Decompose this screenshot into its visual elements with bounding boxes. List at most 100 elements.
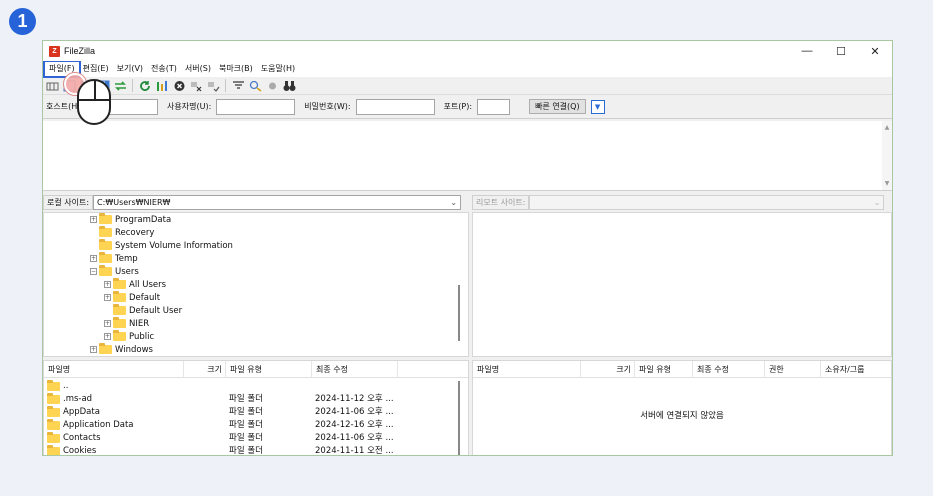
expand-icon[interactable]: + — [90, 216, 97, 223]
tree-item[interactable]: + ProgramData — [90, 213, 171, 226]
local-path-text: C:₩Users₩NIER₩ — [97, 198, 171, 207]
list-scrollbar-thumb[interactable] — [458, 381, 460, 455]
expand-icon[interactable]: + — [104, 294, 111, 301]
tree-scrollbar-thumb[interactable] — [458, 285, 460, 341]
file-type: 파일 폴더 — [229, 446, 263, 456]
port-input[interactable] — [477, 98, 511, 115]
tree-item[interactable]: + NIER — [104, 317, 149, 330]
local-site-bar: 로컬 사이트: C:₩Users₩NIER₩ ⌄ — [43, 194, 470, 211]
file-type: 파일 폴더 — [229, 433, 263, 443]
local-list-header: 파일명 크기 파일 유형 최종 수정 ^ — [44, 361, 468, 378]
binoculars-icon[interactable] — [282, 79, 296, 93]
file-row[interactable]: AppData 파일 폴더 2024-11-06 오후 ... — [44, 406, 468, 419]
toolbar-separator — [225, 79, 226, 92]
tree-item[interactable]: Default User — [104, 304, 182, 317]
remote-directory-tree — [472, 212, 892, 357]
file-name: Contacts — [63, 433, 101, 443]
folder-icon — [113, 291, 126, 302]
tree-item[interactable]: + Windows — [90, 343, 153, 356]
directory-filter-icon[interactable] — [231, 79, 245, 93]
tree-item[interactable]: + Temp — [90, 252, 138, 265]
mouse-click-icon — [77, 79, 111, 125]
transfer-queue-icon[interactable] — [113, 79, 127, 93]
expand-icon[interactable]: + — [104, 320, 111, 327]
column-owner-group[interactable]: 소유자/그룹 — [821, 361, 891, 378]
password-input[interactable] — [355, 98, 435, 115]
file-row[interactable]: Cookies 파일 폴더 2024-11-11 오전 ... — [44, 445, 468, 456]
remote-path-input[interactable]: ⌄ — [529, 195, 885, 210]
menu-view[interactable]: 보기(V) — [113, 62, 147, 76]
tree-item[interactable]: Recovery — [90, 226, 154, 239]
file-name: Application Data — [63, 420, 134, 430]
menu-bar: 파일(F) 편집(E) 보기(V) 전송(T) 서버(S) 북마크(B) 도움말… — [43, 60, 892, 78]
folder-icon — [113, 278, 126, 289]
not-connected-message: 서버에 연결되지 않았음 — [640, 411, 724, 421]
username-input[interactable] — [216, 98, 296, 115]
file-row[interactable]: .ms-ad 파일 폴더 2024-11-12 오후 ... — [44, 393, 468, 406]
expand-icon[interactable]: + — [90, 255, 97, 262]
password-label: 비밀번호(W): — [304, 102, 351, 111]
column-type[interactable]: 파일 유형 — [635, 361, 693, 378]
menu-bookmarks[interactable]: 북마크(B) — [215, 62, 257, 76]
file-type: 파일 폴더 — [229, 407, 263, 417]
remote-site-bar: 리모트 사이트: ⌄ — [472, 194, 892, 211]
tree-item-label: Recovery — [115, 227, 155, 238]
process-queue-icon[interactable] — [155, 79, 169, 93]
file-name: .ms-ad — [63, 394, 93, 404]
tree-item-label: Public — [129, 331, 155, 342]
column-filename[interactable]: 파일명 — [44, 361, 184, 378]
folder-icon — [47, 380, 60, 391]
chevron-down-icon[interactable]: ⌄ — [874, 196, 881, 209]
column-size[interactable]: 크기 — [581, 361, 635, 378]
folder-icon — [99, 226, 112, 237]
column-modified[interactable]: 최종 수정 — [312, 361, 398, 378]
tree-item[interactable]: + Default — [104, 291, 160, 304]
column-modified[interactable]: 최종 수정 — [693, 361, 765, 378]
folder-open-icon — [99, 265, 112, 276]
expand-icon[interactable]: + — [104, 281, 111, 288]
file-modified: 2024-12-16 오후 ... — [315, 420, 394, 430]
menu-help[interactable]: 도움말(H) — [257, 62, 299, 76]
quickconnect-dropdown-icon[interactable]: ▼ — [590, 99, 605, 114]
disconnect-icon[interactable] — [189, 79, 203, 93]
message-log: ▲ ▼ — [43, 121, 892, 191]
expand-icon[interactable]: + — [104, 333, 111, 340]
close-button[interactable]: ✕ — [858, 41, 892, 61]
menu-transfer[interactable]: 전송(T) — [147, 62, 181, 76]
folder-icon — [99, 239, 112, 250]
compare-directories-icon[interactable] — [248, 79, 262, 93]
log-scrollbar[interactable]: ▲ ▼ — [882, 121, 892, 190]
tree-item-label: All Users — [129, 279, 167, 290]
title-bar: Z FileZilla — ☐ ✕ — [43, 41, 892, 61]
toolbar-separator — [132, 79, 133, 92]
reconnect-icon[interactable] — [206, 79, 220, 93]
quickconnect-button[interactable]: 빠른 연결(Q) — [529, 99, 586, 114]
tree-item[interactable]: + All Users — [104, 278, 166, 291]
menu-server[interactable]: 서버(S) — [181, 62, 215, 76]
tree-item-label: ProgramData — [115, 214, 172, 225]
tree-item[interactable]: − Users — [90, 265, 139, 278]
remote-list-header: 파일명 크기 파일 유형 최종 수정 권한 소유자/그룹 ^ — [473, 361, 891, 378]
tree-item[interactable]: + Public — [104, 330, 154, 343]
maximize-button[interactable]: ☐ — [824, 41, 858, 61]
chevron-down-icon[interactable]: ⌄ — [450, 196, 457, 209]
collapse-icon[interactable]: − — [90, 268, 97, 275]
expand-icon[interactable]: + — [90, 346, 97, 353]
file-row[interactable]: Contacts 파일 폴더 2024-11-06 오후 ... — [44, 432, 468, 445]
file-modified: 2024-11-06 오후 ... — [315, 433, 394, 443]
tree-item-label: Default User — [129, 305, 183, 316]
minimize-button[interactable]: — — [790, 41, 824, 61]
sync-browsing-icon[interactable] — [265, 79, 279, 93]
column-size[interactable]: 크기 — [184, 361, 226, 378]
file-row[interactable]: .. — [44, 380, 468, 393]
cancel-icon[interactable] — [172, 79, 186, 93]
tree-item[interactable]: System Volume Information — [90, 239, 233, 252]
column-permissions[interactable]: 권한 — [765, 361, 821, 378]
column-type[interactable]: 파일 유형 — [226, 361, 312, 378]
username-label: 사용자명(U): — [167, 102, 212, 111]
refresh-icon[interactable] — [138, 79, 152, 93]
menu-edit[interactable]: 편집(E) — [79, 62, 113, 76]
file-row[interactable]: Application Data 파일 폴더 2024-12-16 오후 ... — [44, 419, 468, 432]
local-path-input[interactable]: C:₩Users₩NIER₩ ⌄ — [93, 195, 462, 210]
site-manager-icon[interactable] — [45, 79, 59, 93]
